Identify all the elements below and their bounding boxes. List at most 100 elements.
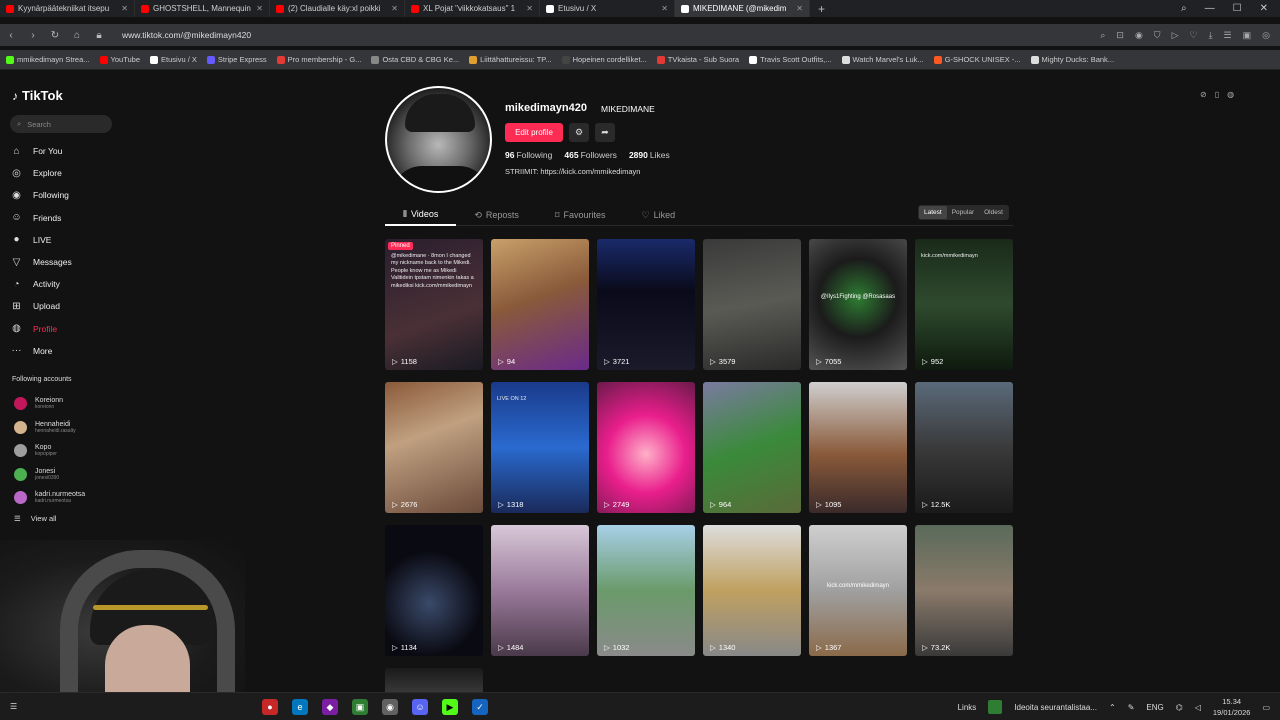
bookmark-item[interactable]: TVkaista - Sub Suora bbox=[656, 55, 739, 64]
app-icon[interactable]: ▣ bbox=[352, 699, 368, 715]
sidebar-item-for-you[interactable]: ⌂ For You bbox=[10, 140, 160, 162]
forward-icon[interactable]: › bbox=[22, 30, 44, 41]
video-thumbnail[interactable]: ▷ 3721 bbox=[597, 239, 695, 370]
sidebar-item-live[interactable]: ● LIVE bbox=[10, 229, 160, 251]
bookmark-item[interactable]: Osta CBD & CBG Ke... bbox=[371, 55, 459, 64]
edit-profile-button[interactable]: Edit profile bbox=[505, 123, 563, 142]
sidebar-item-more[interactable]: ··· More bbox=[10, 340, 160, 362]
bookmark-item[interactable]: mmikedimayn Strea... bbox=[6, 55, 90, 64]
bookmark-item[interactable]: G-SHOCK UNISEX -... bbox=[933, 55, 1021, 64]
avatar-small-icon[interactable]: ◍ bbox=[1227, 90, 1234, 99]
bookmark-item[interactable]: Liittähattureissu: TP... bbox=[469, 55, 552, 64]
sidebar-item-activity[interactable]: ◔ Activity bbox=[10, 273, 160, 295]
maximize-icon[interactable]: ☐ bbox=[1233, 3, 1242, 14]
download-icon[interactable]: ⤓ bbox=[1209, 30, 1213, 41]
app-icon[interactable]: ◉ bbox=[382, 699, 398, 715]
bookmark-item[interactable]: Stripe Express bbox=[206, 55, 267, 64]
video-thumbnail[interactable] bbox=[385, 668, 483, 694]
home-icon[interactable]: ⌂ bbox=[66, 30, 88, 41]
browser-tab[interactable]: GHOSTSHELL, Mannequin ✕ bbox=[135, 0, 270, 17]
browser-tab[interactable]: MIKEDIMANE (@mikedim ✕ bbox=[675, 0, 810, 17]
coin-icon[interactable]: ⊘ bbox=[1200, 90, 1207, 99]
video-thumbnail[interactable]: ▷ 1484 bbox=[491, 525, 589, 656]
reload-icon[interactable]: ↻ bbox=[44, 30, 66, 41]
video-thumbnail[interactable]: ▷ 12.5K bbox=[915, 382, 1013, 513]
links-toolbar[interactable]: Links bbox=[958, 703, 977, 712]
tab-videos[interactable]: ⦀ Videos bbox=[385, 204, 457, 226]
browser-tab[interactable]: Etusivu / X ✕ bbox=[540, 0, 675, 17]
tab-reposts[interactable]: ⟲ Reposts bbox=[456, 204, 537, 226]
device-icon[interactable]: ▯ bbox=[1215, 90, 1219, 99]
kick-icon[interactable]: ▶ bbox=[442, 699, 458, 715]
video-thumbnail[interactable]: ▷ 73.2K bbox=[915, 525, 1013, 656]
app-icon[interactable]: ◆ bbox=[322, 699, 338, 715]
following-account[interactable]: Jonesi jonesi0390 bbox=[14, 463, 85, 487]
followers-stat[interactable]: 465 Followers bbox=[564, 150, 617, 160]
clock[interactable]: 15.34 19/01/2026 bbox=[1213, 696, 1251, 718]
camera-icon[interactable]: ◉ bbox=[1135, 30, 1143, 41]
sidebar-item-friends[interactable]: ☺ Friends bbox=[10, 207, 160, 229]
network-icon[interactable]: ⌬ bbox=[1176, 703, 1183, 712]
following-account[interactable]: Kopo kopopiper bbox=[14, 439, 85, 463]
following-account[interactable]: Hennaheidi hennaheidi.rasalty bbox=[14, 416, 85, 440]
bookmark-item[interactable]: Pro membership - G... bbox=[276, 55, 361, 64]
browser-tab[interactable]: Kyynärpäätekniikat itsepu ✕ bbox=[0, 0, 135, 17]
video-thumbnail[interactable]: Pinned @mikedimane · 8mon I changed my ni… bbox=[385, 239, 483, 370]
video-thumbnail[interactable]: LIVE ON 12 ▷ 1318 bbox=[491, 382, 589, 513]
play-icon[interactable]: ▷ bbox=[1172, 30, 1179, 41]
video-thumbnail[interactable]: ▷ 94 bbox=[491, 239, 589, 370]
notification-text[interactable]: Ideoita seurantalistaa... bbox=[1014, 703, 1097, 712]
heart-icon[interactable]: ♡ bbox=[1189, 30, 1197, 41]
tiktok-logo[interactable]: ♪ TikTok bbox=[12, 88, 63, 103]
share-icon[interactable]: ➦ bbox=[595, 123, 615, 142]
start-icon[interactable]: ☰ bbox=[10, 702, 17, 711]
video-thumbnail[interactable]: ▷ 2749 bbox=[597, 382, 695, 513]
close-window-icon[interactable]: ✕ bbox=[1260, 3, 1268, 14]
video-thumbnail[interactable]: ▷ 1095 bbox=[809, 382, 907, 513]
tab-close-icon[interactable]: ✕ bbox=[796, 4, 803, 13]
bookmark-item[interactable]: Mighty Ducks: Bank... bbox=[1030, 55, 1114, 64]
back-icon[interactable]: ‹ bbox=[0, 30, 22, 41]
sort-popular[interactable]: Popular bbox=[947, 206, 979, 219]
profile-avatar[interactable] bbox=[385, 86, 492, 193]
sort-latest[interactable]: Latest bbox=[919, 206, 947, 219]
tab-liked[interactable]: ♡ Liked bbox=[624, 204, 694, 226]
notifications-icon[interactable]: ▭ bbox=[1262, 703, 1270, 712]
edge-icon[interactable]: e bbox=[292, 699, 308, 715]
view-all-button[interactable]: ☰ View all bbox=[14, 510, 85, 528]
app-icon[interactable]: ● bbox=[262, 699, 278, 715]
video-thumbnail[interactable]: kick.com/mmikedimayn ▷ 952 bbox=[915, 239, 1013, 370]
wallet-icon[interactable]: ▣ bbox=[1243, 30, 1252, 41]
tab-close-icon[interactable]: ✕ bbox=[391, 4, 398, 13]
sidebar-item-explore[interactable]: ◎ Explore bbox=[10, 162, 160, 184]
install-icon[interactable]: ⊡ bbox=[1116, 30, 1124, 41]
profile-icon[interactable]: ◎ bbox=[1262, 30, 1270, 41]
settings-gear-icon[interactable]: ⚙ bbox=[569, 123, 589, 142]
tab-close-icon[interactable]: ✕ bbox=[526, 4, 533, 13]
shield-icon[interactable]: ⛉ bbox=[1154, 30, 1161, 41]
following-account[interactable]: Koreionn koreionn bbox=[14, 392, 85, 416]
following-account[interactable]: kadri.nurmeotsa kadri.nurmeotsa bbox=[14, 486, 85, 510]
zoom-icon[interactable]: ⌕ bbox=[1100, 30, 1105, 41]
video-thumbnail[interactable]: ▷ 1032 bbox=[597, 525, 695, 656]
video-thumbnail[interactable]: @Ilys1Fighting @Rosasaas ▷ 7055 bbox=[809, 239, 907, 370]
following-stat[interactable]: 96 Following bbox=[505, 150, 552, 160]
chevron-up-icon[interactable]: ⌃ bbox=[1109, 703, 1116, 712]
bookmark-item[interactable]: Travis Scott Outfits,... bbox=[749, 55, 832, 64]
video-thumbnail[interactable]: ▷ 3579 bbox=[703, 239, 801, 370]
tab-close-icon[interactable]: ✕ bbox=[256, 4, 263, 13]
profile-bio[interactable]: STRIIMIT: https://kick.com/mmikedimayn bbox=[505, 167, 640, 176]
url-field[interactable]: www.tiktok.com/@mikedimayn420 bbox=[122, 30, 251, 40]
sidebar-item-messages[interactable]: ▽ Messages bbox=[10, 251, 160, 273]
new-tab-button[interactable]: + bbox=[810, 2, 833, 16]
sidebar-item-following[interactable]: ◉ Following bbox=[10, 184, 160, 206]
browser-tab[interactable]: (2) Claudialle käy:xl poikki ✕ bbox=[270, 0, 405, 17]
search-tabs-icon[interactable]: ⌕ bbox=[1181, 3, 1187, 14]
sort-oldest[interactable]: Oldest bbox=[979, 206, 1008, 219]
browser-tab[interactable]: XL Pojat "viikkokatsaus" 1 ✕ bbox=[405, 0, 540, 17]
minimize-icon[interactable]: — bbox=[1205, 3, 1215, 14]
video-thumbnail[interactable]: ▷ 1340 bbox=[703, 525, 801, 656]
menu-icon[interactable]: ☰ bbox=[1224, 30, 1232, 41]
bookmark-item[interactable]: Etusivu / X bbox=[150, 55, 197, 64]
discord-icon[interactable]: ☺ bbox=[412, 699, 428, 715]
